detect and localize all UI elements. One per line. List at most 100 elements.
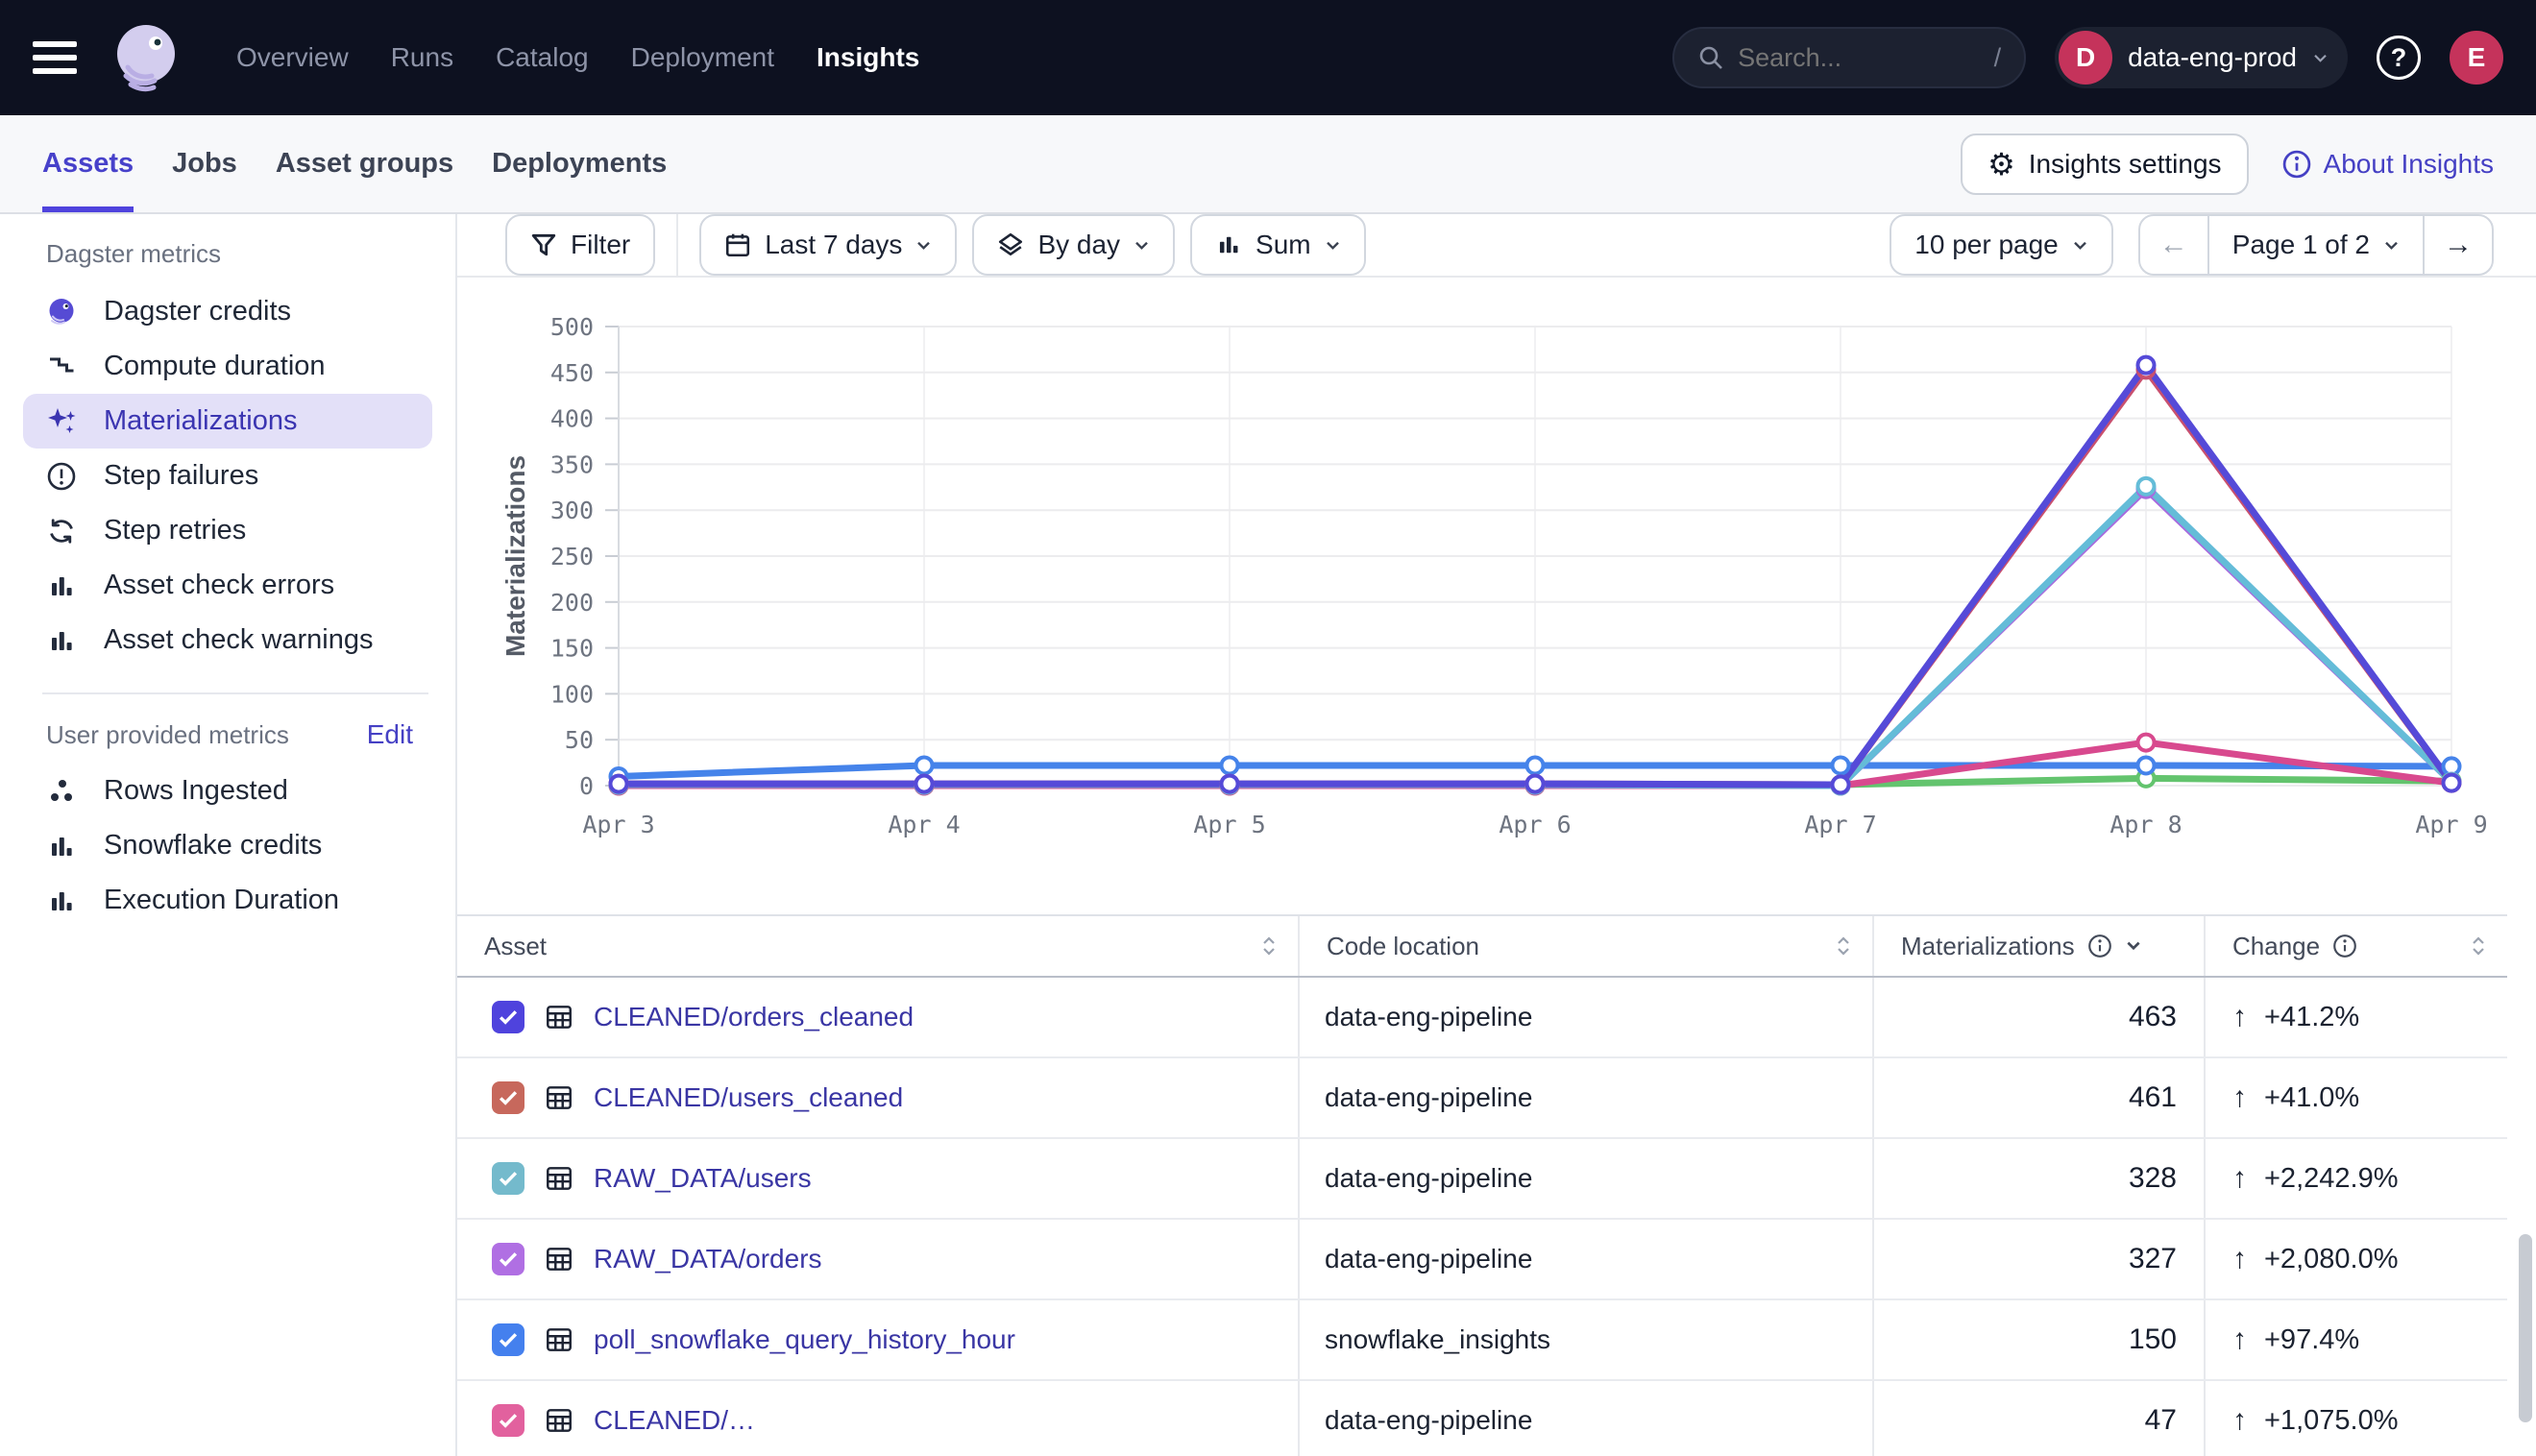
row-checkbox[interactable] [492,1001,524,1033]
date-range-dropdown[interactable]: Last 7 days [699,214,957,276]
topnav-link-insights[interactable]: Insights [817,42,919,73]
column-header-asset[interactable]: Asset [457,916,1300,976]
layers-icon [997,231,1024,258]
chart-data-point [1833,777,1849,793]
menu-icon[interactable] [33,41,77,74]
assets-table: Asset Code location Materializations [457,914,2507,1456]
sidebar-item-dagster-credits[interactable]: Dagster credits [23,284,432,339]
tab-asset-groups[interactable]: Asset groups [276,115,453,212]
y-axis-tick: 400 [550,405,594,433]
user-metrics-title: User provided metrics [46,720,289,750]
topnav-link-overview[interactable]: Overview [236,42,349,73]
row-checkbox[interactable] [492,1243,524,1275]
materializations-value: 328 [1874,1139,2206,1218]
prev-page-button[interactable]: ← [2140,216,2207,274]
topnav-link-catalog[interactable]: Catalog [496,42,589,73]
subnav-tabs: Assets Jobs Asset groups Deployments [42,115,667,212]
change-value: +1,075.0% [2264,1405,2398,1437]
chart-data-point [611,776,627,792]
sidebar-item-compute-duration[interactable]: Compute duration [23,339,432,394]
column-header-materializations[interactable]: Materializations [1874,916,2206,976]
sidebar-divider [42,692,428,694]
insights-settings-button[interactable]: ⚙ Insights settings [1961,133,2248,195]
chevron-down-icon [2312,53,2329,63]
topnav-link-runs[interactable]: Runs [391,42,453,73]
chart-data-point [2444,775,2460,791]
asset-link[interactable]: CLEANED/orders_cleaned [594,1002,914,1032]
topnav-links: Overview Runs Catalog Deployment Insights [236,42,919,73]
tab-jobs[interactable]: Jobs [172,115,237,212]
chart-toolbar: Filter Last 7 days By day [457,214,2536,278]
table-header: Asset Code location Materializations [457,916,2507,978]
row-checkbox[interactable] [492,1404,524,1437]
tab-deployments[interactable]: Deployments [492,115,667,212]
table-asset-icon [544,1244,574,1274]
page-dropdown[interactable]: Page 1 of 2 [2209,216,2423,274]
row-checkbox[interactable] [492,1323,524,1356]
row-checkbox[interactable] [492,1081,524,1114]
org-switcher[interactable]: D data-eng-prod [2055,27,2348,88]
sidebar-item-rows-ingested[interactable]: Rows Ingested [23,764,432,818]
sort-desc-icon [2125,940,2142,952]
materializations-value: 327 [1874,1220,2206,1298]
code-location-cell: data-eng-pipeline [1300,1220,1874,1298]
table-asset-icon [544,1324,574,1355]
up-arrow-icon: ↑ [2232,1404,2247,1437]
chart-data-point [1527,776,1544,792]
sidebar-item-step-retries[interactable]: Step retries [23,503,432,558]
bar-chart-icon [44,829,79,863]
topnav-link-deployment[interactable]: Deployment [631,42,774,73]
dagster-logo[interactable] [106,17,186,98]
code-location-cell: snowflake_insights [1300,1300,1874,1379]
search-icon [1697,44,1724,71]
up-arrow-icon: ↑ [2232,1243,2247,1275]
table-row: poll_snowflake_query_history_hour snowfl… [457,1300,2507,1381]
info-icon [2281,149,2312,180]
insights-sub-nav: Assets Jobs Asset groups Deployments ⚙ Insi… [0,115,2536,214]
sort-icon [1836,935,1851,957]
asset-link[interactable]: poll_snowflake_query_history_hour [594,1324,1015,1355]
asset-link[interactable]: RAW_DATA/orders [594,1244,822,1274]
check-icon [499,1090,518,1105]
table-row: CLEANED/users_cleaned data-eng-pipeline … [457,1058,2507,1139]
about-insights-link[interactable]: About Insights [2281,149,2494,180]
asset-link[interactable]: CLEANED/… [594,1405,755,1436]
chevron-down-icon [1325,240,1341,251]
materializations-value: 463 [1874,978,2206,1056]
materializations-value: 461 [1874,1058,2206,1137]
column-header-change[interactable]: Change [2206,916,2507,976]
per-page-dropdown[interactable]: 10 per page [1890,214,2112,276]
search-input[interactable] [1738,43,1980,73]
asset-link[interactable]: CLEANED/users_cleaned [594,1082,903,1113]
edit-metrics-link[interactable]: Edit [367,719,413,750]
filter-button[interactable]: Filter [505,214,655,276]
chart-data-point [916,757,933,773]
y-axis-tick: 300 [550,497,594,524]
column-header-code-location[interactable]: Code location [1300,916,1874,976]
row-checkbox[interactable] [492,1162,524,1195]
next-page-button[interactable]: → [2425,216,2492,274]
y-axis-tick: 50 [565,726,594,754]
tab-assets[interactable]: Assets [42,115,134,212]
sidebar-item-snowflake-credits[interactable]: Snowflake credits [23,818,432,873]
sidebar-item-asset-check-warnings[interactable]: Asset check warnings [23,613,432,667]
y-axis-tick: 250 [550,543,594,570]
chart-data-point [1527,757,1544,773]
pagination: ← Page 1 of 2 → [2138,214,2494,276]
materializations-value: 47 [1874,1381,2206,1456]
sidebar-item-step-failures[interactable]: Step failures [23,449,432,503]
y-axis-tick: 150 [550,635,594,663]
sidebar-item-execution-duration[interactable]: Execution Duration [23,873,432,928]
asset-link[interactable]: RAW_DATA/users [594,1163,812,1194]
sidebar-item-asset-check-errors[interactable]: Asset check errors [23,558,432,613]
aggregation-dropdown[interactable]: Sum [1190,214,1366,276]
user-avatar[interactable]: E [2450,31,2503,85]
sidebar-item-materializations[interactable]: Materializations [23,394,432,449]
search-box[interactable]: / [1672,27,2026,88]
granularity-dropdown[interactable]: By day [972,214,1175,276]
help-icon[interactable]: ? [2377,36,2421,80]
table-scrollbar[interactable] [2519,1234,2532,1422]
alert-circle-icon [44,459,79,494]
x-axis-label: Apr 8 [2109,811,2182,838]
x-axis-label: Apr 7 [1804,811,1876,838]
